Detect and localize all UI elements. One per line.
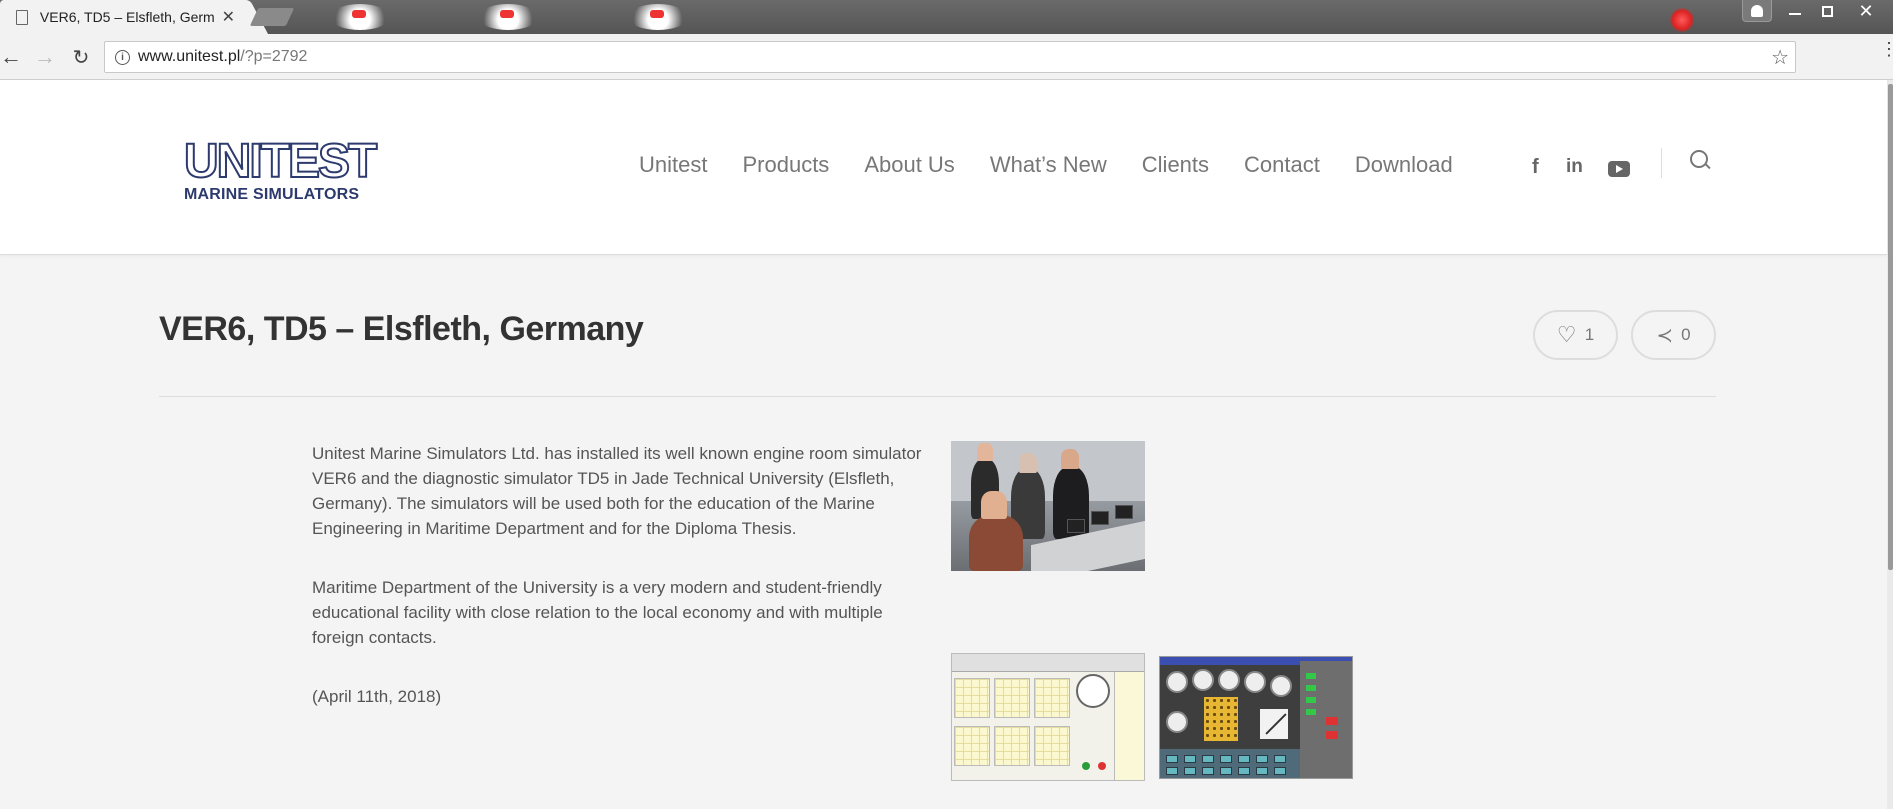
- page-scrollbar-thumb[interactable]: [1888, 84, 1893, 570]
- nav-item-unitest[interactable]: Unitest: [639, 152, 707, 178]
- logo-wordmark: UNITEST: [183, 135, 378, 188]
- search-icon[interactable]: [1690, 150, 1710, 170]
- blurred-tab-decoration: [628, 4, 688, 30]
- like-count: 1: [1584, 325, 1595, 344]
- minimize-icon: [1789, 13, 1801, 15]
- info-icon[interactable]: i: [115, 49, 130, 65]
- post-paragraph: Maritime Department of the University is…: [312, 578, 883, 647]
- close-icon[interactable]: ✕: [222, 7, 235, 27]
- profile-button[interactable]: [1742, 0, 1772, 22]
- nav-divider: [1661, 148, 1662, 178]
- bookmark-star-icon[interactable]: ☆: [1771, 45, 1789, 70]
- post-body: Unitest Marine Simulators Ltd. has insta…: [312, 441, 924, 743]
- nav-item-clients[interactable]: Clients: [1142, 152, 1209, 178]
- title-divider: [159, 396, 1716, 397]
- screenshot-td5-diagnostic[interactable]: [951, 653, 1145, 781]
- post-paragraph: Unitest Marine Simulators Ltd. has insta…: [312, 444, 922, 538]
- restore-icon: [1821, 5, 1833, 17]
- browser-tab-active[interactable]: VER6, TD5 – Elsfleth, Germany ✕: [0, 0, 245, 34]
- site-logo[interactable]: UNITEST MARINE SIMULATORS: [183, 135, 380, 204]
- new-tab-button[interactable]: [249, 8, 295, 26]
- share-count: 0: [1681, 325, 1691, 344]
- like-button[interactable]: 1: [1533, 310, 1618, 360]
- url-text[interactable]: www.unitest.pl/?p=2792: [138, 48, 307, 66]
- share-button[interactable]: ≺ 0: [1631, 310, 1716, 360]
- minimize-button[interactable]: [1780, 0, 1810, 22]
- address-bar[interactable]: i www.unitest.pl/?p=2792 ☆: [104, 41, 1796, 73]
- reload-button[interactable]: ↻: [68, 44, 94, 70]
- blurred-tab-decoration: [478, 4, 538, 30]
- browser-menu-icon[interactable]: ⋮: [1880, 40, 1893, 58]
- blurred-tab-decoration: [330, 4, 390, 30]
- heart-icon: [1557, 322, 1577, 348]
- restore-button[interactable]: [1812, 0, 1842, 22]
- nav-item-download[interactable]: Download: [1355, 152, 1453, 178]
- document-icon: [16, 9, 28, 25]
- post-title: VER6, TD5 – Elsfleth, Germany: [159, 310, 644, 348]
- user-icon: [1751, 4, 1763, 17]
- back-button[interactable]: ←: [0, 44, 24, 70]
- forward-button[interactable]: →: [32, 44, 58, 70]
- screenshot-ver6-engine-room[interactable]: [1159, 656, 1353, 779]
- main-navigation: Unitest Products About Us What’s New Cli…: [639, 152, 1488, 178]
- post-date: (April 11th, 2018): [312, 687, 442, 706]
- photo-simulator-room[interactable]: [951, 441, 1145, 571]
- browser-tab-title: VER6, TD5 – Elsfleth, Germany: [39, 9, 214, 25]
- browser-tabstrip: VER6, TD5 – Elsfleth, Germany ✕ ✕: [0, 0, 1893, 34]
- browser-toolbar: ← → ↻ i www.unitest.pl/?p=2792 ☆ ⋮: [0, 34, 1893, 80]
- blurred-tab-decoration: [1670, 8, 1694, 32]
- share-icon: ≺: [1656, 324, 1674, 347]
- nav-item-products[interactable]: Products: [742, 152, 829, 178]
- nav-item-contact[interactable]: Contact: [1244, 152, 1320, 178]
- site-header: UNITEST MARINE SIMULATORS Unitest Produc…: [0, 80, 1887, 255]
- nav-item-about-us[interactable]: About Us: [864, 152, 955, 178]
- url-path: /?p=2792: [240, 48, 308, 65]
- nav-item-whats-new[interactable]: What’s New: [990, 152, 1107, 178]
- linkedin-icon[interactable]: in: [1566, 156, 1583, 178]
- window-close-button[interactable]: ✕: [1846, 0, 1886, 22]
- url-host: www.unitest.pl: [138, 48, 241, 65]
- logo-tagline: MARINE SIMULATORS: [184, 186, 360, 203]
- youtube-icon[interactable]: [1608, 161, 1630, 177]
- facebook-icon[interactable]: f: [1532, 156, 1539, 179]
